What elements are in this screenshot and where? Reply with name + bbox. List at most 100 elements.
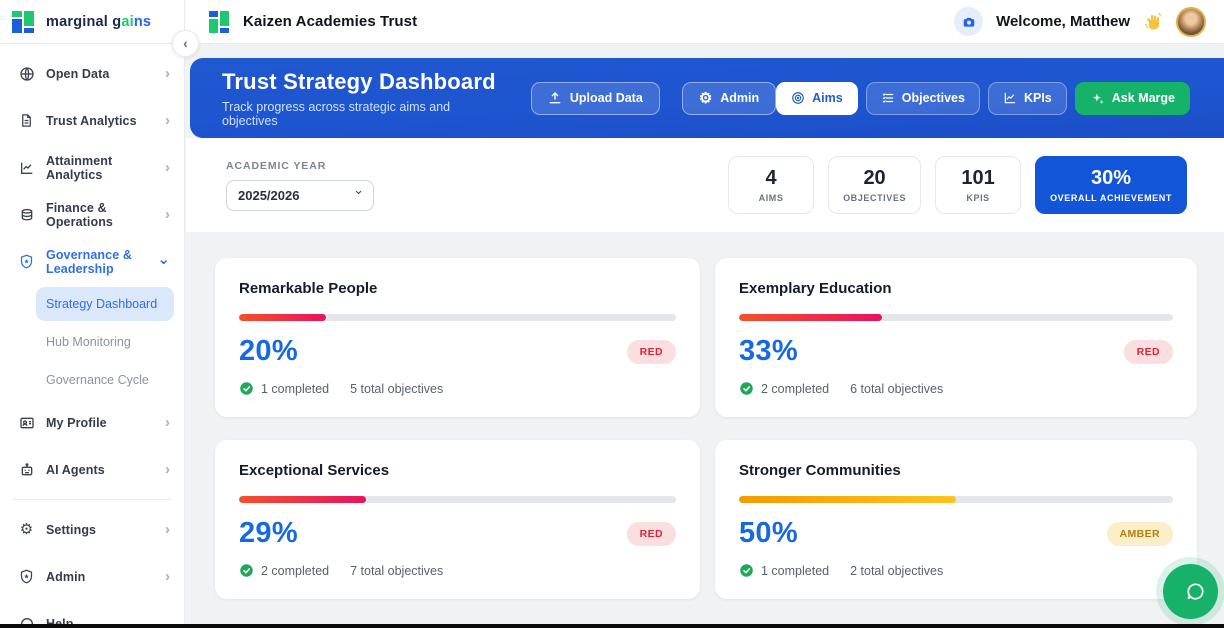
chat-bubble-icon — [1184, 580, 1207, 603]
academic-year-select[interactable]: 2025/2026 — [226, 180, 374, 211]
sidebar-item-open-data[interactable]: Open Data — [0, 50, 184, 97]
total-objectives: 7 total objectives — [350, 564, 443, 578]
sidebar-item-ai-agents[interactable]: AI Agents — [0, 446, 184, 493]
achievement-percent: 20% — [239, 335, 298, 368]
chevron-right-icon — [165, 206, 170, 223]
completed-count: 1 completed — [261, 382, 329, 396]
hero-banner: Trust Strategy Dashboard Track progress … — [190, 58, 1224, 138]
achievement-percent: 29% — [239, 517, 298, 550]
chat-fab-button[interactable] — [1163, 564, 1218, 619]
user-avatar[interactable] — [1176, 7, 1206, 37]
sidebar-item-admin[interactable]: Admin — [0, 553, 184, 600]
filter-strip: ACADEMIC YEAR 2025/2026 4 AIMS 20 OBJECT… — [186, 138, 1224, 232]
check-circle-icon — [239, 381, 254, 396]
achievement-percent: 33% — [739, 335, 798, 368]
aim-card-exceptional-services[interactable]: Exceptional Services 29% RED 2 completed… — [215, 440, 700, 599]
shield-icon — [18, 253, 35, 270]
chevron-right-icon — [165, 159, 170, 176]
total-objectives: 6 total objectives — [850, 382, 943, 396]
chevron-right-icon — [165, 414, 170, 431]
sidebar-item-governance-leadership[interactable]: Governance & Leadership — [0, 238, 184, 285]
gear-icon — [699, 91, 712, 106]
chevron-down-icon — [157, 253, 170, 271]
shield-star-icon — [18, 568, 35, 585]
marginal-gains-logo-icon — [12, 11, 34, 33]
total-objectives: 5 total objectives — [350, 382, 443, 396]
check-circle-icon — [239, 563, 254, 578]
document-icon — [18, 112, 35, 129]
welcome-text: Welcome, Matthew — [996, 13, 1130, 30]
achievement-percent: 50% — [739, 517, 798, 550]
camera-button[interactable] — [954, 7, 983, 36]
stat-objectives: 20 OBJECTIVES — [828, 156, 921, 214]
sidebar-item-settings[interactable]: Settings — [0, 506, 184, 553]
aim-card-remarkable-people[interactable]: Remarkable People 20% RED 1 completed 5 … — [215, 258, 700, 417]
chevron-right-icon — [165, 461, 170, 478]
globe-icon — [18, 65, 35, 82]
brand-name: marginal gains — [46, 14, 151, 30]
robot-icon — [18, 461, 35, 478]
brand-logo[interactable]: marginal gains — [0, 0, 184, 44]
gear-icon — [18, 521, 35, 538]
sidebar-collapse-button[interactable] — [172, 30, 199, 57]
ask-marge-button[interactable]: Ask Marge — [1075, 82, 1190, 115]
stat-overall-achievement: 30% OVERALL ACHIEVEMENT — [1035, 156, 1187, 214]
sidebar-item-finance-operations[interactable]: Finance & Operations — [0, 191, 184, 238]
hero-tab-group: Aims Objectives KPIs Ask Marge — [776, 82, 1190, 115]
aim-card-stronger-communities[interactable]: Stronger Communities 50% AMBER 1 complet… — [715, 440, 1197, 599]
check-circle-icon — [739, 381, 754, 396]
org-name: Kaizen Academies Trust — [243, 13, 417, 30]
rag-badge: RED — [1124, 340, 1173, 364]
progress-fill — [739, 314, 882, 321]
rag-badge: RED — [627, 340, 676, 364]
id-card-icon — [18, 414, 35, 431]
topbar: Kaizen Academies Trust Welcome, Matthew — [185, 0, 1224, 44]
upload-icon — [548, 91, 562, 105]
aim-card-exemplary-education[interactable]: Exemplary Education 33% RED 2 completed … — [715, 258, 1197, 417]
tab-kpis[interactable]: KPIs — [988, 82, 1067, 115]
aims-grid: Remarkable People 20% RED 1 completed 5 … — [215, 258, 1197, 599]
tab-objectives[interactable]: Objectives — [866, 82, 980, 115]
wave-hand-icon — [1143, 12, 1163, 32]
stat-aims: 4 AIMS — [728, 156, 814, 214]
sidebar-item-trust-analytics[interactable]: Trust Analytics — [0, 97, 184, 144]
progress-track — [239, 496, 676, 503]
camera-icon — [962, 15, 976, 29]
upload-data-button[interactable]: Upload Data — [531, 82, 660, 115]
progress-fill — [239, 496, 366, 503]
target-icon — [791, 91, 805, 105]
org-header: Kaizen Academies Trust — [209, 11, 417, 32]
admin-button[interactable]: Admin — [682, 82, 776, 115]
window-bottom-edge — [0, 624, 1224, 628]
progress-track — [739, 314, 1173, 321]
chevron-right-icon — [165, 568, 170, 585]
topbar-right: Welcome, Matthew — [954, 7, 1206, 37]
coins-icon — [18, 206, 35, 223]
line-chart-icon — [1003, 91, 1017, 105]
completed-count: 1 completed — [761, 564, 829, 578]
sidebar-subitem-strategy-dashboard[interactable]: Strategy Dashboard — [36, 287, 174, 321]
sidebar: marginal gains Open Data Trust Analytics… — [0, 0, 185, 628]
sidebar-subitem-hub-monitoring[interactable]: Hub Monitoring — [36, 323, 184, 361]
sidebar-divider — [12, 499, 172, 500]
completed-count: 2 completed — [761, 382, 829, 396]
chart-icon — [18, 159, 35, 176]
sparkle-icon — [1090, 91, 1105, 106]
progress-fill — [239, 314, 326, 321]
academic-year-filter: ACADEMIC YEAR 2025/2026 — [226, 160, 374, 211]
sidebar-item-my-profile[interactable]: My Profile — [0, 399, 184, 446]
tab-aims[interactable]: Aims — [776, 82, 858, 115]
list-check-icon — [881, 91, 895, 105]
progress-fill — [739, 496, 956, 503]
sidebar-nav: Open Data Trust Analytics Attainment Ana… — [0, 44, 184, 628]
sidebar-item-attainment-analytics[interactable]: Attainment Analytics — [0, 144, 184, 191]
page-subtitle: Track progress across strategic aims and… — [222, 100, 503, 128]
stats-row: 4 AIMS 20 OBJECTIVES 101 KPIS 30% OVERAL… — [728, 156, 1187, 214]
academic-year-select-wrap: 2025/2026 — [226, 180, 374, 211]
rag-badge: RED — [627, 522, 676, 546]
sidebar-subitem-governance-cycle[interactable]: Governance Cycle — [36, 361, 184, 399]
hero-titles: Trust Strategy Dashboard Track progress … — [222, 69, 503, 128]
progress-track — [239, 314, 676, 321]
chevron-right-icon — [165, 112, 170, 129]
rag-badge: AMBER — [1107, 522, 1174, 546]
